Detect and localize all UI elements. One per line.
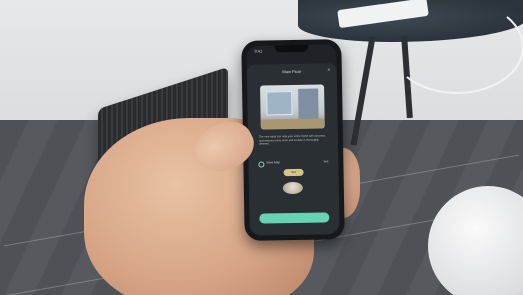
radio-icon[interactable]: [258, 161, 265, 168]
photo-scene: 9:41 Main Floor × The new robot can map …: [0, 0, 523, 295]
set-pill-button[interactable]: Set: [283, 168, 304, 177]
notch: [274, 44, 309, 53]
status-time: 9:41: [254, 48, 263, 54]
smartphone: 9:41 Main Floor × The new robot can map …: [241, 39, 345, 241]
cable: [390, 0, 523, 94]
option-value: Yes: [323, 159, 329, 164]
room-photo: [260, 84, 325, 130]
photo-window: [266, 91, 293, 116]
close-icon[interactable]: ×: [326, 67, 332, 73]
photo-floor: [260, 118, 325, 130]
phone-screen: 9:41 Main Floor × The new robot can map …: [246, 44, 340, 236]
option-row[interactable]: Save Map Yes: [258, 159, 328, 168]
option-label: Save Map: [266, 160, 280, 165]
confirm-button[interactable]: [259, 212, 330, 224]
description-text: The new robot can map your entire home w…: [258, 134, 326, 146]
